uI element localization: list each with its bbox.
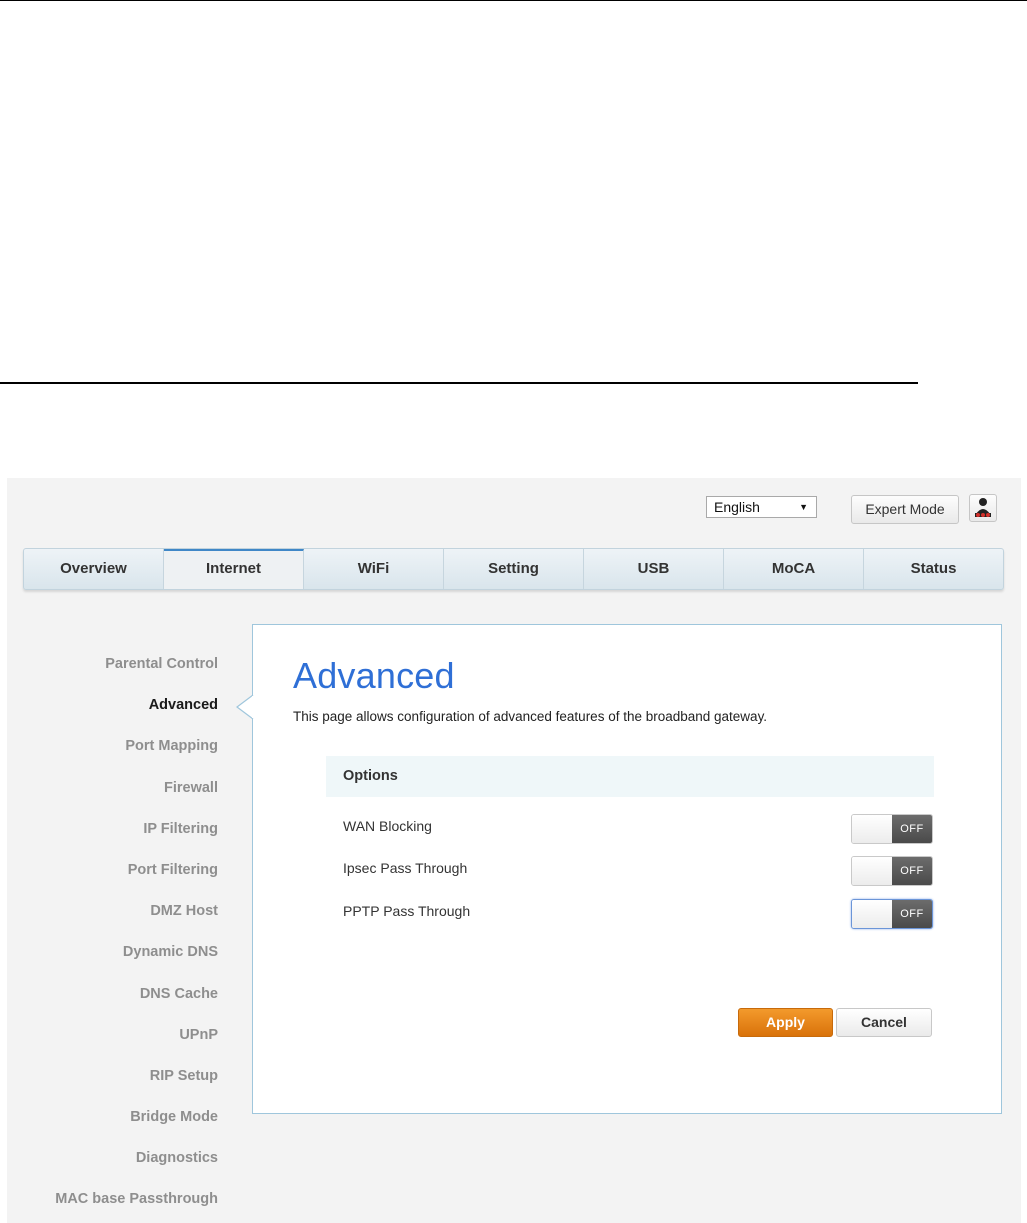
apply-button[interactable]: Apply: [738, 1008, 833, 1037]
sidebar-item-port-mapping[interactable]: Port Mapping: [7, 726, 219, 767]
tab-usb[interactable]: USB: [584, 549, 724, 589]
option-label-ipsec: Ipsec Pass Through: [343, 860, 468, 876]
sidebar-item-port-filtering[interactable]: Port Filtering: [7, 850, 219, 891]
language-select[interactable]: English ▼: [706, 496, 817, 518]
page-title: Advanced: [293, 655, 455, 696]
option-row: Ipsec Pass Through OFF: [326, 856, 934, 890]
user-icon: [975, 498, 991, 517]
sidebar-item-upnp[interactable]: UPnP: [7, 1015, 219, 1056]
tab-setting[interactable]: Setting: [444, 549, 584, 589]
option-label-pptp: PPTP Pass Through: [343, 903, 471, 919]
sidebar-item-dns-cache[interactable]: DNS Cache: [7, 974, 219, 1015]
sidebar-item-dynamic-dns[interactable]: Dynamic DNS: [7, 932, 219, 973]
tab-moca[interactable]: MoCA: [724, 549, 864, 589]
sidebar-item-ip-filtering[interactable]: IP Filtering: [7, 809, 219, 850]
toggle-knob: [852, 900, 894, 928]
main-nav-tabs: Overview Internet WiFi Setting USB MoCA …: [23, 548, 1004, 590]
tab-internet[interactable]: Internet: [164, 549, 304, 589]
sidebar-nav: Parental Control Advanced Port Mapping F…: [7, 644, 219, 1221]
expert-mode-button[interactable]: Expert Mode: [851, 495, 959, 524]
user-button[interactable]: [969, 494, 997, 522]
options-header: Options: [326, 756, 934, 797]
sidebar-item-dmz-host[interactable]: DMZ Host: [7, 891, 219, 932]
toggle-state: OFF: [892, 815, 932, 843]
router-admin-page: English ▼ Expert Mode Overview Internet …: [7, 478, 1021, 1223]
sidebar-item-rip-setup[interactable]: RIP Setup: [7, 1056, 219, 1097]
option-row: PPTP Pass Through OFF: [326, 899, 934, 933]
toggle-knob: [852, 815, 894, 843]
toggle-knob: [852, 857, 894, 885]
wan-blocking-toggle[interactable]: OFF: [851, 814, 933, 844]
sidebar-item-bridge-mode[interactable]: Bridge Mode: [7, 1097, 219, 1138]
page-description: This page allows configuration of advanc…: [293, 709, 768, 724]
sidebar-item-firewall[interactable]: Firewall: [7, 768, 219, 809]
dropdown-caret-icon: ▼: [799, 502, 808, 512]
sidebar-item-mac-passthrough[interactable]: MAC base Passthrough: [7, 1179, 219, 1220]
option-label-wan-blocking: WAN Blocking: [343, 818, 432, 834]
tab-wifi[interactable]: WiFi: [304, 549, 444, 589]
pptp-toggle[interactable]: OFF: [851, 899, 933, 929]
document-rule: [0, 382, 918, 384]
tab-overview[interactable]: Overview: [24, 549, 164, 589]
toggle-state: OFF: [892, 857, 932, 885]
ipsec-toggle[interactable]: OFF: [851, 856, 933, 886]
sidebar-item-advanced[interactable]: Advanced: [7, 685, 219, 726]
tab-status[interactable]: Status: [864, 549, 1003, 589]
toggle-state: OFF: [892, 900, 932, 928]
content-panel: Advanced This page allows configuration …: [252, 624, 1002, 1114]
document-top-rule: [0, 0, 1027, 1]
language-select-value: English: [714, 499, 760, 515]
option-row: WAN Blocking OFF: [326, 814, 934, 848]
sidebar-item-diagnostics[interactable]: Diagnostics: [7, 1138, 219, 1179]
sidebar-item-parental-control[interactable]: Parental Control: [7, 644, 219, 685]
cancel-button[interactable]: Cancel: [836, 1008, 932, 1037]
panel-pointer-icon: [236, 695, 255, 719]
